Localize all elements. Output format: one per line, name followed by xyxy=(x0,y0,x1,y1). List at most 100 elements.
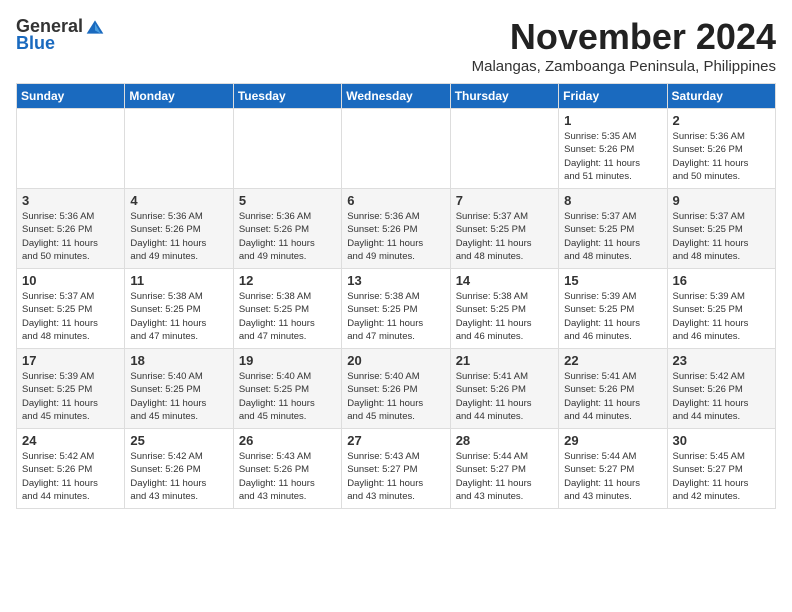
day-info: Sunrise: 5:36 AM Sunset: 5:26 PM Dayligh… xyxy=(239,210,336,263)
calendar-cell: 1 Sunrise: 5:35 AM Sunset: 5:26 PM Daylig… xyxy=(559,109,667,189)
day-number: 18 xyxy=(130,353,227,368)
day-number: 6 xyxy=(347,193,444,208)
day-info: Sunrise: 5:41 AM Sunset: 5:26 PM Dayligh… xyxy=(564,370,661,423)
week-row-4: 17 Sunrise: 5:39 AM Sunset: 5:25 PM Dayli… xyxy=(17,349,776,429)
day-info: Sunrise: 5:38 AM Sunset: 5:25 PM Dayligh… xyxy=(130,290,227,343)
calendar-table: SundayMondayTuesdayWednesdayThursdayFrid… xyxy=(16,83,776,509)
day-number: 21 xyxy=(456,353,553,368)
calendar-cell: 24 Sunrise: 5:42 AM Sunset: 5:26 PM Dayli… xyxy=(17,429,125,509)
column-header-friday: Friday xyxy=(559,84,667,109)
calendar-cell: 9 Sunrise: 5:37 AM Sunset: 5:25 PM Daylig… xyxy=(667,189,775,269)
calendar-cell: 27Sunrise: 5:43 AM Sunset: 5:27 PM Dayli… xyxy=(342,429,450,509)
day-number: 22 xyxy=(564,353,661,368)
day-number: 29 xyxy=(564,433,661,448)
column-header-saturday: Saturday xyxy=(667,84,775,109)
day-number: 12 xyxy=(239,273,336,288)
week-row-3: 10Sunrise: 5:37 AM Sunset: 5:25 PM Dayli… xyxy=(17,269,776,349)
calendar-cell xyxy=(342,109,450,189)
day-number: 4 xyxy=(130,193,227,208)
day-info: Sunrise: 5:38 AM Sunset: 5:25 PM Dayligh… xyxy=(456,290,553,343)
day-info: Sunrise: 5:36 AM Sunset: 5:26 PM Dayligh… xyxy=(347,210,444,263)
day-info: Sunrise: 5:44 AM Sunset: 5:27 PM Dayligh… xyxy=(456,450,553,503)
calendar-cell: 2 Sunrise: 5:36 AM Sunset: 5:26 PM Daylig… xyxy=(667,109,775,189)
day-info: Sunrise: 5:36 AM Sunset: 5:26 PM Dayligh… xyxy=(22,210,119,263)
day-info: Sunrise: 5:38 AM Sunset: 5:25 PM Dayligh… xyxy=(239,290,336,343)
title-section: November 2024 Malangas, Zamboanga Penins… xyxy=(472,16,776,75)
calendar-cell: 6 Sunrise: 5:36 AM Sunset: 5:26 PM Daylig… xyxy=(342,189,450,269)
logo-blue-text: Blue xyxy=(16,33,55,54)
day-info: Sunrise: 5:42 AM Sunset: 5:26 PM Dayligh… xyxy=(22,450,119,503)
day-info: Sunrise: 5:39 AM Sunset: 5:25 PM Dayligh… xyxy=(673,290,770,343)
calendar-cell: 7 Sunrise: 5:37 AM Sunset: 5:25 PM Daylig… xyxy=(450,189,558,269)
day-info: Sunrise: 5:39 AM Sunset: 5:25 PM Dayligh… xyxy=(22,370,119,423)
day-info: Sunrise: 5:45 AM Sunset: 5:27 PM Dayligh… xyxy=(673,450,770,503)
day-info: Sunrise: 5:39 AM Sunset: 5:25 PM Dayligh… xyxy=(564,290,661,343)
day-number: 15 xyxy=(564,273,661,288)
calendar-cell xyxy=(233,109,341,189)
calendar-cell: 30Sunrise: 5:45 AM Sunset: 5:27 PM Dayli… xyxy=(667,429,775,509)
day-info: Sunrise: 5:42 AM Sunset: 5:26 PM Dayligh… xyxy=(130,450,227,503)
day-info: Sunrise: 5:37 AM Sunset: 5:25 PM Dayligh… xyxy=(22,290,119,343)
day-number: 5 xyxy=(239,193,336,208)
day-info: Sunrise: 5:35 AM Sunset: 5:26 PM Dayligh… xyxy=(564,130,661,183)
day-number: 25 xyxy=(130,433,227,448)
calendar-cell: 17 Sunrise: 5:39 AM Sunset: 5:25 PM Dayli… xyxy=(17,349,125,429)
calendar-cell: 11Sunrise: 5:38 AM Sunset: 5:25 PM Dayli… xyxy=(125,269,233,349)
day-number: 19 xyxy=(239,353,336,368)
day-info: Sunrise: 5:44 AM Sunset: 5:27 PM Dayligh… xyxy=(564,450,661,503)
calendar-body: 1 Sunrise: 5:35 AM Sunset: 5:26 PM Daylig… xyxy=(17,109,776,509)
calendar-cell: 3Sunrise: 5:36 AM Sunset: 5:26 PM Daylig… xyxy=(17,189,125,269)
calendar-cell: 26 Sunrise: 5:43 AM Sunset: 5:26 PM Dayli… xyxy=(233,429,341,509)
day-number: 27 xyxy=(347,433,444,448)
calendar-cell: 22 Sunrise: 5:41 AM Sunset: 5:26 PM Dayli… xyxy=(559,349,667,429)
day-number: 17 xyxy=(22,353,119,368)
day-info: Sunrise: 5:40 AM Sunset: 5:26 PM Dayligh… xyxy=(347,370,444,423)
day-number: 28 xyxy=(456,433,553,448)
day-number: 20 xyxy=(347,353,444,368)
day-info: Sunrise: 5:36 AM Sunset: 5:26 PM Dayligh… xyxy=(130,210,227,263)
day-number: 2 xyxy=(673,113,770,128)
calendar-cell: 18 Sunrise: 5:40 AM Sunset: 5:25 PM Dayli… xyxy=(125,349,233,429)
calendar-header-row: SundayMondayTuesdayWednesdayThursdayFrid… xyxy=(17,84,776,109)
day-number: 9 xyxy=(673,193,770,208)
month-title: November 2024 xyxy=(472,16,776,58)
calendar-cell: 28 Sunrise: 5:44 AM Sunset: 5:27 PM Dayli… xyxy=(450,429,558,509)
day-info: Sunrise: 5:38 AM Sunset: 5:25 PM Dayligh… xyxy=(347,290,444,343)
day-info: Sunrise: 5:36 AM Sunset: 5:26 PM Dayligh… xyxy=(673,130,770,183)
calendar-cell: 29 Sunrise: 5:44 AM Sunset: 5:27 PM Dayli… xyxy=(559,429,667,509)
calendar-cell: 21 Sunrise: 5:41 AM Sunset: 5:26 PM Dayli… xyxy=(450,349,558,429)
day-number: 8 xyxy=(564,193,661,208)
day-info: Sunrise: 5:40 AM Sunset: 5:25 PM Dayligh… xyxy=(130,370,227,423)
week-row-1: 1 Sunrise: 5:35 AM Sunset: 5:26 PM Daylig… xyxy=(17,109,776,189)
calendar-cell: 5 Sunrise: 5:36 AM Sunset: 5:26 PM Daylig… xyxy=(233,189,341,269)
day-info: Sunrise: 5:41 AM Sunset: 5:26 PM Dayligh… xyxy=(456,370,553,423)
calendar-cell: 25 Sunrise: 5:42 AM Sunset: 5:26 PM Dayli… xyxy=(125,429,233,509)
calendar-cell: 10Sunrise: 5:37 AM Sunset: 5:25 PM Dayli… xyxy=(17,269,125,349)
day-info: Sunrise: 5:43 AM Sunset: 5:26 PM Dayligh… xyxy=(239,450,336,503)
week-row-2: 3Sunrise: 5:36 AM Sunset: 5:26 PM Daylig… xyxy=(17,189,776,269)
column-header-thursday: Thursday xyxy=(450,84,558,109)
day-info: Sunrise: 5:40 AM Sunset: 5:25 PM Dayligh… xyxy=(239,370,336,423)
calendar-cell: 14 Sunrise: 5:38 AM Sunset: 5:25 PM Dayli… xyxy=(450,269,558,349)
calendar-cell: 15 Sunrise: 5:39 AM Sunset: 5:25 PM Dayli… xyxy=(559,269,667,349)
day-number: 14 xyxy=(456,273,553,288)
calendar-cell: 4 Sunrise: 5:36 AM Sunset: 5:26 PM Daylig… xyxy=(125,189,233,269)
calendar-cell: 19 Sunrise: 5:40 AM Sunset: 5:25 PM Dayli… xyxy=(233,349,341,429)
day-info: Sunrise: 5:37 AM Sunset: 5:25 PM Dayligh… xyxy=(456,210,553,263)
day-number: 1 xyxy=(564,113,661,128)
day-info: Sunrise: 5:42 AM Sunset: 5:26 PM Dayligh… xyxy=(673,370,770,423)
column-header-sunday: Sunday xyxy=(17,84,125,109)
calendar-cell: 12 Sunrise: 5:38 AM Sunset: 5:25 PM Dayli… xyxy=(233,269,341,349)
calendar-cell xyxy=(450,109,558,189)
day-number: 24 xyxy=(22,433,119,448)
calendar-cell: 8Sunrise: 5:37 AM Sunset: 5:25 PM Daylig… xyxy=(559,189,667,269)
location: Malangas, Zamboanga Peninsula, Philippin… xyxy=(472,58,776,75)
calendar-cell xyxy=(17,109,125,189)
day-number: 16 xyxy=(673,273,770,288)
day-info: Sunrise: 5:37 AM Sunset: 5:25 PM Dayligh… xyxy=(673,210,770,263)
day-number: 26 xyxy=(239,433,336,448)
column-header-monday: Monday xyxy=(125,84,233,109)
day-number: 7 xyxy=(456,193,553,208)
column-header-tuesday: Tuesday xyxy=(233,84,341,109)
week-row-5: 24 Sunrise: 5:42 AM Sunset: 5:26 PM Dayli… xyxy=(17,429,776,509)
